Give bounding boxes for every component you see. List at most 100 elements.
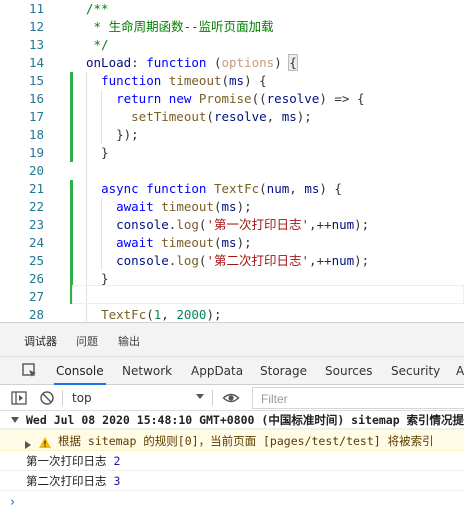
code-token: function (146, 181, 207, 196)
tab-appdata[interactable]: AppData (191, 357, 243, 385)
code-token: ); (236, 199, 252, 214)
line-number: 19 (28, 145, 44, 160)
line-number-gutter: 11 12 13 14 15 16 17 18 19 20 21 22 23 24 25 26 27 28 (0, 0, 44, 322)
tab-problems[interactable]: 问题 (76, 333, 98, 349)
code-token: ( (221, 73, 230, 88)
code-token: setTimeout (131, 109, 207, 124)
code-token: timeout (161, 199, 214, 214)
code-token: resolve (213, 109, 267, 124)
code-line[interactable]: TextFc(1, 2000); (86, 306, 221, 322)
group-header-text: Wed Jul 08 2020 15:48:10 GMT+0800 (中国标准时… (26, 413, 464, 427)
code-line[interactable]: }); (86, 126, 139, 144)
console-group-header[interactable]: Wed Jul 08 2020 15:48:10 GMT+0800 (中国标准时… (0, 411, 464, 429)
code-token: ,++ (309, 253, 332, 268)
line-number: 15 (28, 73, 44, 88)
line-number: 11 (28, 1, 44, 16)
inspect-element-icon[interactable] (21, 362, 39, 380)
code-token: : (131, 55, 147, 70)
chevron-down-icon[interactable] (196, 394, 204, 399)
code-token: ( (213, 235, 222, 250)
code-token: console (116, 253, 169, 268)
code-token: ( (213, 199, 222, 214)
line-number: 13 (28, 37, 44, 52)
console-warning: 根据 sitemap 的规则[0]，当前页面 [pages/test/test]… (0, 429, 464, 451)
code-line[interactable]: function timeout(ms) { (86, 72, 267, 90)
code-token: ) { (244, 73, 267, 88)
tab-output[interactable]: 输出 (118, 333, 140, 349)
code-token: ,++ (309, 217, 332, 232)
console-prompt[interactable]: › (10, 495, 15, 510)
code-token: log (176, 253, 199, 268)
context-select[interactable]: top (72, 389, 204, 407)
tab-security[interactable]: Security (391, 357, 440, 385)
code-line[interactable]: */ (86, 36, 109, 54)
line-number: 27 (28, 289, 44, 304)
tab-overflow[interactable]: A (456, 357, 464, 385)
line-number: 25 (28, 253, 44, 268)
code-token: ); (354, 217, 370, 232)
devtools-tabs: Console Network AppData Storage Sources … (0, 357, 464, 385)
code-line[interactable]: } (86, 144, 109, 162)
code-token: onLoad (86, 55, 132, 70)
line-number: 16 (28, 91, 44, 106)
code-token: , (161, 307, 177, 322)
code-editor[interactable]: 11 12 13 14 15 16 17 18 19 20 21 22 23 24 25 26 27 28 /**… (0, 0, 464, 322)
tab-network[interactable]: Network (122, 357, 172, 385)
code-line[interactable]: await timeout(ms); (86, 198, 252, 216)
code-token: ( (206, 55, 222, 70)
code-token: ( (146, 307, 154, 322)
log-text: 第二次打印日志 (26, 474, 107, 488)
sidebar-toggle-icon[interactable] (10, 389, 28, 407)
code-line[interactable]: async function TextFc(num, ms) { (86, 180, 342, 198)
code-token: ) (274, 55, 290, 70)
toolbar-divider (62, 390, 63, 406)
line-number: 14 (28, 55, 44, 70)
clear-console-icon[interactable] (38, 389, 56, 407)
code-line[interactable]: console.log('第二次打印日志',++num); (86, 252, 369, 270)
chevron-down-icon[interactable] (11, 417, 19, 423)
code-line[interactable]: await timeout(ms); (86, 234, 252, 252)
code-line[interactable]: * 生命周期函数--监听页面加载 (86, 18, 274, 36)
code-token: , (266, 109, 282, 124)
code-line[interactable]: console.log('第一次打印日志',++num); (86, 216, 369, 234)
tab-sources[interactable]: Sources (325, 357, 372, 385)
code-token: TextFc (101, 307, 147, 322)
warning-text: 根据 sitemap 的规则[0]，当前页面 [pages/test/test]… (58, 434, 434, 448)
code-token: } (86, 271, 109, 286)
line-number: 24 (28, 235, 44, 250)
code-token: (( (251, 91, 267, 106)
code-token: ( (259, 181, 267, 196)
log-value: 3 (113, 474, 121, 488)
devtools-panel: 调试器 问题 输出 Console Network AppData Storag… (0, 322, 464, 523)
code-token: new (168, 91, 192, 106)
tab-console[interactable]: Console (54, 357, 106, 385)
filter-field[interactable] (252, 387, 464, 409)
code-token: timeout (168, 73, 222, 88)
code-token: ); (236, 235, 252, 250)
code-line[interactable]: /** (86, 0, 109, 18)
code-line[interactable]: } (86, 270, 109, 288)
code-line[interactable]: return new Promise((resolve) => { (86, 90, 364, 108)
code-token: resolve (266, 91, 320, 106)
console-output: Wed Jul 08 2020 15:48:10 GMT+0800 (中国标准时… (0, 411, 464, 523)
eye-icon[interactable] (222, 389, 240, 407)
code-token: */ (86, 37, 109, 52)
code-token: await (116, 235, 154, 250)
code-token: 2000 (176, 307, 207, 322)
tab-storage[interactable]: Storage (260, 357, 307, 385)
line-number: 28 (28, 307, 44, 322)
code-line[interactable]: setTimeout(resolve, ms); (86, 108, 312, 126)
filter-input[interactable] (253, 389, 464, 409)
tab-debugger[interactable]: 调试器 (24, 333, 57, 359)
code-line[interactable]: onLoad: function (options) { (86, 54, 298, 72)
line-number: 12 (28, 19, 44, 34)
